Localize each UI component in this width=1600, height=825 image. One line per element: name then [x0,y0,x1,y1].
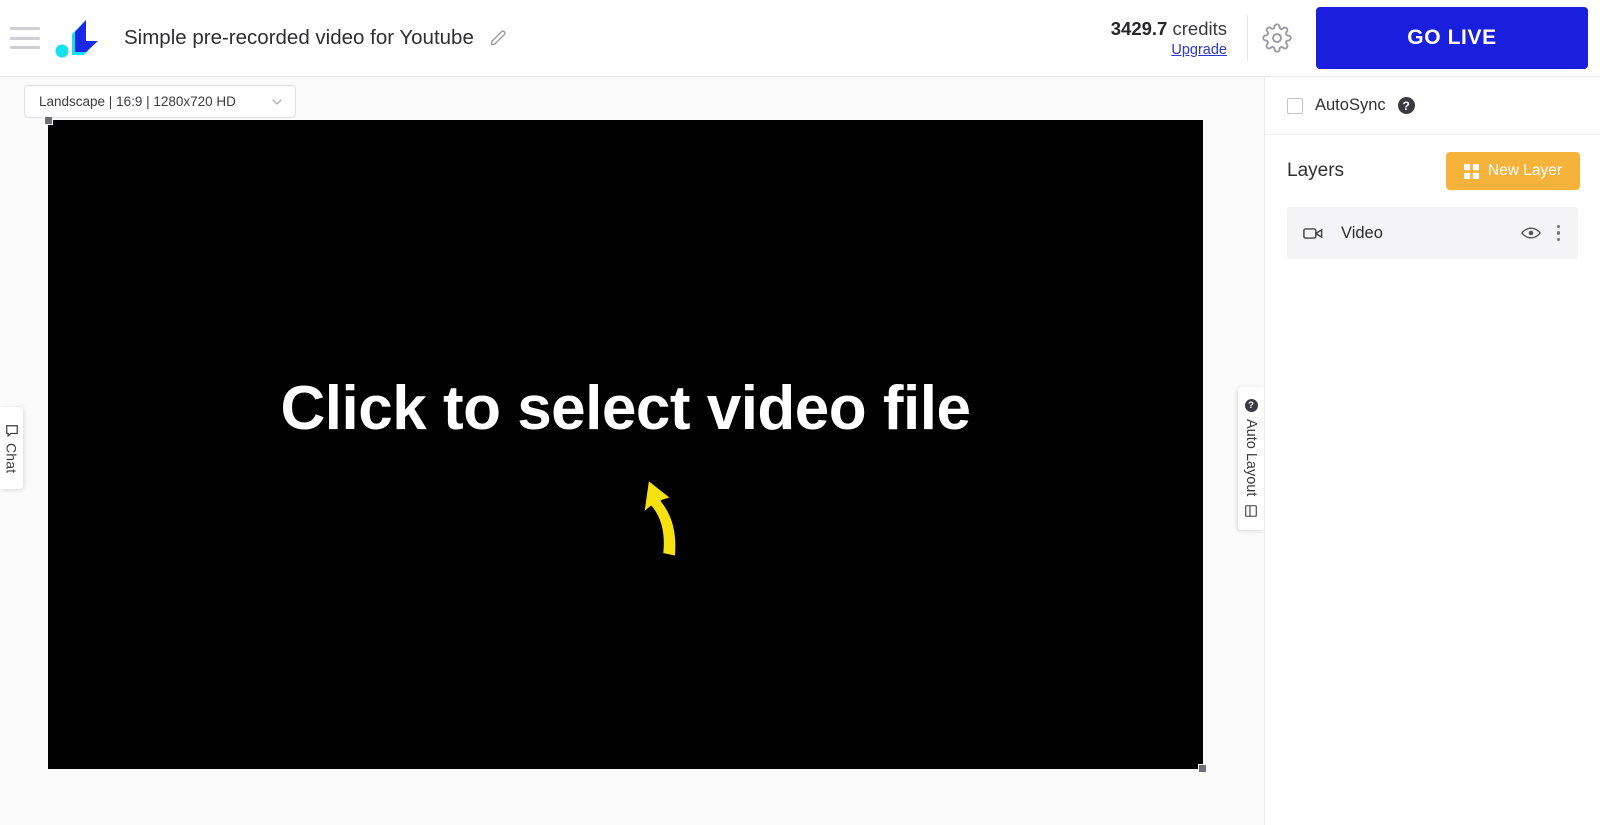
app-root: Simple pre-recorded video for Youtube 34… [0,0,1600,825]
pencil-icon[interactable] [488,28,508,48]
brand-logo[interactable] [54,14,110,62]
canvas-placeholder-text: Click to select video file [280,374,971,443]
video-canvas[interactable]: Click to select video file [44,116,1207,773]
layout-select-value: Landscape | 16:9 | 1280x720 HD [39,94,236,109]
layers-title: Layers [1287,160,1345,181]
hamburger-bar [10,36,40,40]
top-header: Simple pre-recorded video for Youtube 34… [0,0,1600,77]
help-icon[interactable]: ? [1397,97,1415,114]
go-live-button[interactable]: GO LIVE [1316,7,1588,69]
credits-label: credits [1172,18,1228,39]
help-icon[interactable]: ? [1244,399,1258,413]
page-title: Simple pre-recorded video for Youtube [124,26,474,49]
right-panel: AutoSync ? Layers New Layer Video [1264,77,1600,825]
layer-row-video[interactable]: Video [1287,207,1578,259]
kebab-dot [1556,237,1560,242]
kebab-dot [1556,224,1560,229]
credits-amount-row: 3429.7 credits [1111,18,1227,40]
hamburger-icon[interactable] [10,27,40,49]
resize-handle-bottom-right[interactable] [1198,764,1207,773]
autosync-row: AutoSync ? [1265,77,1600,135]
kebab-dot [1556,231,1560,235]
upgrade-link[interactable]: Upgrade [1171,42,1227,58]
add-grid-icon [1463,163,1479,179]
layer-actions [1520,223,1563,244]
layout-select[interactable]: Landscape | 16:9 | 1280x720 HD [24,85,296,118]
layout-icon [1244,504,1258,518]
eye-icon[interactable] [1520,226,1541,240]
hamburger-bar [10,46,40,49]
tab-auto-layout[interactable]: ? Auto Layout [1238,387,1264,530]
autosync-checkbox[interactable] [1287,97,1303,114]
chevron-down-icon [269,94,285,110]
video-camera-icon [1303,226,1323,241]
layer-name: Video [1341,223,1383,242]
layers-header: Layers New Layer [1265,135,1600,207]
tab-auto-layout-label: Auto Layout [1243,419,1259,497]
tab-chat-label: Chat [3,443,20,474]
stage-area: Landscape | 16:9 | 1280x720 HD Guests ? [0,77,1264,825]
tab-chat[interactable]: Chat [0,407,23,489]
kebab-menu-icon[interactable] [1555,223,1563,244]
new-layer-label: New Layer [1487,162,1562,179]
resize-handle-top-left[interactable] [44,116,53,125]
credits-block: 3429.7 credits Upgrade [1111,18,1227,58]
chat-bubble-icon [5,424,19,438]
autosync-label: AutoSync [1315,96,1386,114]
yellow-arrow-annotation [619,465,709,565]
hamburger-bar [10,27,40,30]
new-layer-button[interactable]: New Layer [1445,152,1580,190]
document-title-group: Simple pre-recorded video for Youtube [124,26,1111,50]
credits-amount: 3429.7 [1110,18,1168,39]
gear-icon[interactable] [1248,9,1306,67]
